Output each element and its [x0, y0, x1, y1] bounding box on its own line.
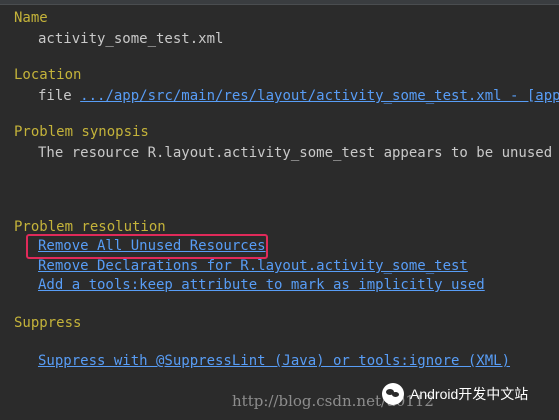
channel-badge: Android开发中文站	[382, 380, 528, 408]
problem-synopsis-title: Problem synopsis	[14, 124, 149, 140]
remove-declarations-link[interactable]: Remove Declarations for R.layout.activit…	[38, 258, 468, 274]
name-section-title: Name	[14, 10, 48, 26]
add-tools-keep-link[interactable]: Add a tools:keep attribute to mark as im…	[38, 277, 485, 293]
suppress-link[interactable]: Suppress with @SuppressLint (Java) or to…	[38, 353, 510, 369]
location-prefix: file	[38, 88, 81, 104]
wechat-icon	[382, 383, 404, 405]
panel-top-border	[0, 0, 559, 5]
file-name-value: activity_some_test.xml	[38, 31, 224, 47]
channel-badge-label: Android开发中文站	[410, 386, 529, 402]
location-section-title: Location	[14, 67, 82, 83]
problem-resolution-title: Problem resolution	[14, 219, 166, 235]
highlight-box	[26, 234, 268, 259]
location-line: file .../app/src/main/res/layout/activit…	[38, 88, 559, 104]
problem-synopsis-text: The resource R.layout.activity_some_test…	[38, 145, 559, 161]
location-link[interactable]: .../app/src/main/res/layout/activity_som…	[80, 88, 559, 104]
suppress-section-title: Suppress	[14, 315, 82, 331]
